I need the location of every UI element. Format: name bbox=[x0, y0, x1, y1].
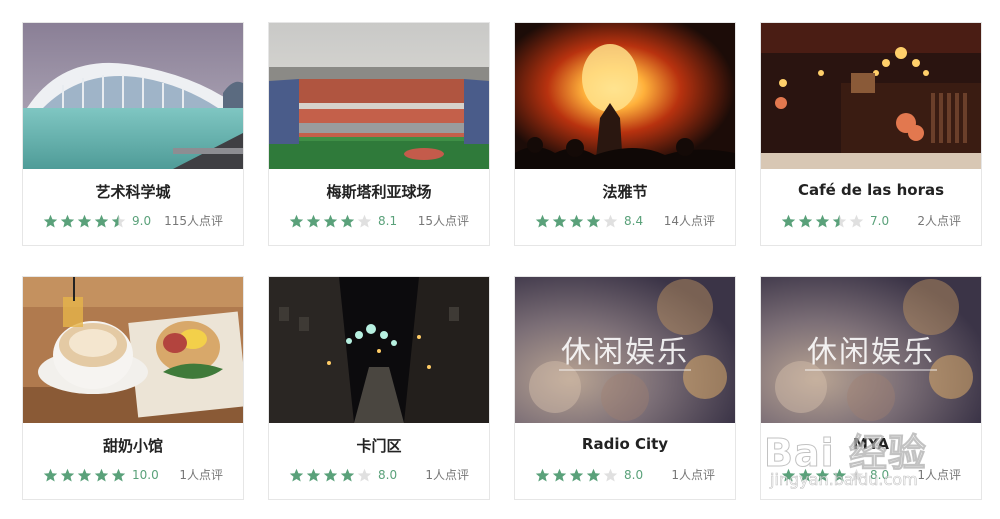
star-half-icon bbox=[832, 214, 847, 227]
card-meta: 8.4 14人点评 bbox=[535, 213, 715, 229]
attraction-card[interactable]: 艺术科学城 9.0 115人点评 bbox=[22, 22, 244, 246]
review-count[interactable]: 1人点评 bbox=[917, 467, 961, 483]
review-count[interactable]: 1人点评 bbox=[671, 467, 715, 483]
star-filled-icon bbox=[289, 468, 304, 481]
leisure-placeholder-image[interactable]: 休闲娱乐 bbox=[515, 277, 735, 423]
star-filled-icon bbox=[798, 468, 813, 481]
star-rating: 8.0 bbox=[289, 467, 397, 483]
stadium-photo[interactable] bbox=[269, 23, 489, 169]
attraction-card[interactable]: 梅斯塔利亚球场 8.1 15人点评 bbox=[268, 22, 490, 246]
attraction-card[interactable]: 甜奶小馆 10.0 1人点评 bbox=[22, 276, 244, 500]
star-rating: 7.0 bbox=[781, 213, 889, 229]
review-count[interactable]: 115人点评 bbox=[164, 213, 223, 229]
star-filled-icon bbox=[306, 214, 321, 227]
attraction-card[interactable]: 休闲娱乐 Radio City 8.0 1人点评 bbox=[514, 276, 736, 500]
star-filled-icon bbox=[306, 468, 321, 481]
card-meta: 8.1 15人点评 bbox=[289, 213, 469, 229]
star-rating: 8.0 bbox=[535, 467, 643, 483]
star-filled-icon bbox=[569, 468, 584, 481]
night-street-photo[interactable] bbox=[269, 277, 489, 423]
rating-score: 8.0 bbox=[378, 468, 398, 482]
star-filled-icon bbox=[323, 214, 338, 227]
attraction-grid: 艺术科学城 9.0 115人点评 梅斯塔利亚球场 8.1 15人点评 法雅节 8… bbox=[0, 0, 1000, 519]
rating-score: 8.4 bbox=[624, 214, 644, 228]
star-filled-icon bbox=[94, 468, 109, 481]
card-title[interactable]: Café de las horas bbox=[761, 181, 981, 199]
star-rating: 8.4 bbox=[535, 213, 643, 229]
coffee-food-photo[interactable] bbox=[23, 277, 243, 423]
card-title[interactable]: 卡门区 bbox=[269, 435, 489, 456]
star-filled-icon bbox=[815, 468, 830, 481]
card-meta: 9.0 115人点评 bbox=[43, 213, 223, 229]
star-filled-icon bbox=[569, 214, 584, 227]
star-filled-icon bbox=[77, 468, 92, 481]
cafe-interior-photo[interactable] bbox=[761, 23, 981, 169]
star-filled-icon bbox=[586, 214, 601, 227]
star-filled-icon bbox=[781, 468, 796, 481]
placeholder-label: 休闲娱乐 bbox=[561, 335, 689, 370]
card-title[interactable]: 法雅节 bbox=[515, 181, 735, 202]
review-count[interactable]: 14人点评 bbox=[664, 213, 715, 229]
star-filled-icon bbox=[781, 214, 796, 227]
star-empty-icon bbox=[849, 468, 864, 481]
star-filled-icon bbox=[111, 468, 126, 481]
star-filled-icon bbox=[340, 468, 355, 481]
star-empty-icon bbox=[357, 468, 372, 481]
star-filled-icon bbox=[94, 214, 109, 227]
attraction-card[interactable]: 卡门区 8.0 1人点评 bbox=[268, 276, 490, 500]
star-filled-icon bbox=[289, 214, 304, 227]
star-filled-icon bbox=[535, 214, 550, 227]
attraction-card[interactable]: Café de las horas 7.0 2人点评 bbox=[760, 22, 982, 246]
leisure-placeholder-image[interactable]: 休闲娱乐 bbox=[761, 277, 981, 423]
star-filled-icon bbox=[552, 468, 567, 481]
card-meta: 10.0 1人点评 bbox=[43, 467, 223, 483]
star-rating: 8.0 bbox=[781, 467, 889, 483]
star-filled-icon bbox=[535, 468, 550, 481]
card-title[interactable]: 甜奶小馆 bbox=[23, 435, 243, 456]
star-filled-icon bbox=[586, 468, 601, 481]
placeholder-label: 休闲娱乐 bbox=[807, 335, 935, 370]
star-filled-icon bbox=[60, 214, 75, 227]
star-filled-icon bbox=[340, 214, 355, 227]
star-empty-icon bbox=[603, 214, 618, 227]
rating-score: 8.0 bbox=[870, 468, 890, 482]
star-rating: 10.0 bbox=[43, 467, 159, 483]
star-empty-icon bbox=[849, 214, 864, 227]
star-filled-icon bbox=[43, 214, 58, 227]
attraction-card[interactable]: 法雅节 8.4 14人点评 bbox=[514, 22, 736, 246]
card-meta: 8.0 1人点评 bbox=[289, 467, 469, 483]
card-title[interactable]: 梅斯塔利亚球场 bbox=[269, 181, 489, 202]
rating-score: 7.0 bbox=[870, 214, 890, 228]
star-half-icon bbox=[111, 214, 126, 227]
card-meta: 8.0 1人点评 bbox=[535, 467, 715, 483]
star-filled-icon bbox=[323, 468, 338, 481]
star-filled-icon bbox=[832, 468, 847, 481]
card-title[interactable]: Radio City bbox=[515, 435, 735, 453]
city-of-arts-photo[interactable] bbox=[23, 23, 243, 169]
star-filled-icon bbox=[43, 468, 58, 481]
star-rating: 8.1 bbox=[289, 213, 397, 229]
rating-score: 10.0 bbox=[132, 468, 159, 482]
card-meta: 7.0 2人点评 bbox=[781, 213, 961, 229]
star-filled-icon bbox=[60, 468, 75, 481]
card-meta: 8.0 1人点评 bbox=[781, 467, 961, 483]
star-filled-icon bbox=[77, 214, 92, 227]
star-empty-icon bbox=[603, 468, 618, 481]
rating-score: 8.1 bbox=[378, 214, 398, 228]
review-count[interactable]: 15人点评 bbox=[418, 213, 469, 229]
review-count[interactable]: 1人点评 bbox=[179, 467, 223, 483]
card-title[interactable]: MYA bbox=[761, 435, 981, 453]
card-title[interactable]: 艺术科学城 bbox=[23, 181, 243, 202]
star-rating: 9.0 bbox=[43, 213, 151, 229]
rating-score: 9.0 bbox=[132, 214, 152, 228]
review-count[interactable]: 2人点评 bbox=[917, 213, 961, 229]
star-filled-icon bbox=[815, 214, 830, 227]
review-count[interactable]: 1人点评 bbox=[425, 467, 469, 483]
fireworks-photo[interactable] bbox=[515, 23, 735, 169]
star-filled-icon bbox=[798, 214, 813, 227]
rating-score: 8.0 bbox=[624, 468, 644, 482]
star-empty-icon bbox=[357, 214, 372, 227]
attraction-card[interactable]: 休闲娱乐 MYA 8.0 1人点评 bbox=[760, 276, 982, 500]
star-filled-icon bbox=[552, 214, 567, 227]
